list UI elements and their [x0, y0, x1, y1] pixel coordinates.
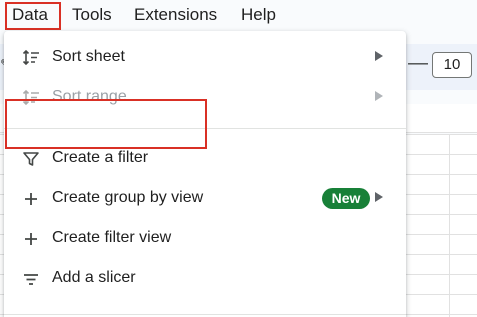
- submenu-arrow-icon: [375, 91, 383, 101]
- menu-tools[interactable]: Tools: [72, 5, 112, 25]
- menu-item-label: Create a filter: [52, 149, 149, 166]
- menu-item-sort-sheet[interactable]: Sort sheet: [4, 38, 406, 78]
- menu-item-create-filter-view[interactable]: Create filter view: [4, 219, 406, 259]
- slicer-icon: [24, 274, 38, 285]
- filter-icon: [23, 152, 39, 166]
- menu-item-label: Create group by view: [52, 189, 204, 206]
- menu-item-create-group-by-view[interactable]: Create group by view New: [4, 179, 406, 219]
- menu-item-label: Create filter view: [52, 229, 172, 246]
- menu-divider: [4, 314, 406, 315]
- new-badge: New: [322, 188, 370, 209]
- menubar: Data Tools Extensions Help: [0, 0, 477, 32]
- plus-icon: [25, 233, 37, 245]
- plus-icon: [25, 193, 37, 205]
- highlight-box-data: [5, 2, 61, 30]
- menu-item-add-slicer[interactable]: Add a slicer: [4, 259, 406, 299]
- menu-item-label: Sort sheet: [52, 48, 125, 65]
- menu-extensions[interactable]: Extensions: [134, 5, 217, 25]
- menu-help[interactable]: Help: [241, 5, 276, 25]
- sort-icon: [22, 49, 39, 66]
- app-window: ✎ — 10 Data Tools Extensions Help Sort s…: [0, 0, 477, 317]
- submenu-arrow-icon: [375, 51, 383, 61]
- decrease-font-size-button[interactable]: —: [408, 53, 428, 73]
- data-menu-dropdown: Sort sheet Sort range Create a filter Cr…: [4, 31, 406, 317]
- menu-item-label: Add a slicer: [52, 269, 136, 286]
- highlight-box-create-filter: [5, 99, 207, 149]
- submenu-arrow-icon: [375, 192, 383, 202]
- font-size-input[interactable]: 10: [432, 52, 472, 78]
